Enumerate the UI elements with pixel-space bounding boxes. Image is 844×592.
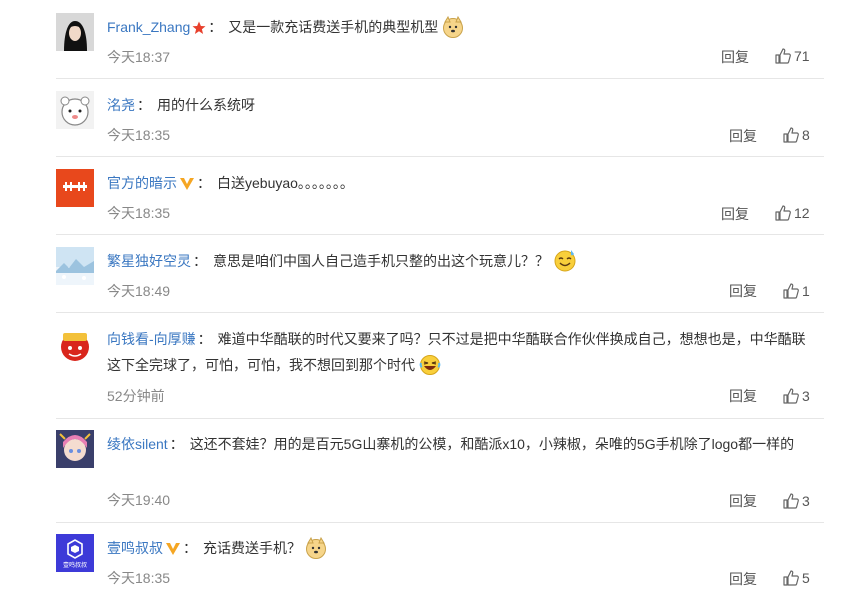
like-count: 1	[802, 283, 810, 299]
comment-feed: Frank_Zhang：又是一款充话费送手机的典型机型 今天18:37 回复 7…	[0, 0, 844, 592]
avatar[interactable]: 壹鸣叔叔	[56, 534, 94, 572]
username[interactable]: 繁星独好空灵	[107, 253, 191, 269]
comment-text: 这还不套娃？用的是百元5G山寨机的公模，和酷派x10，小辣椒，朵唯的5G手机除了…	[189, 436, 795, 452]
like-count: 3	[802, 388, 810, 404]
timestamp: 今天19:40	[107, 492, 171, 508]
divider	[56, 312, 824, 313]
doge-emoji-icon	[305, 536, 327, 567]
username[interactable]: 官方的暗示	[107, 175, 177, 191]
username[interactable]: 向钱看-向厚赚	[107, 331, 196, 347]
comment-text: 意思是咱们中国人自己造手机只整的出这个玩意儿？？	[213, 253, 549, 269]
like-button[interactable]: 5	[783, 570, 810, 586]
avatar[interactable]	[56, 13, 94, 51]
timestamp: 今天18:37	[107, 49, 171, 65]
vip-badge-icon	[165, 538, 181, 564]
like-button[interactable]: 1	[783, 283, 810, 299]
reply-button[interactable]: 回复	[729, 491, 757, 511]
doge-emoji-icon	[442, 15, 464, 46]
laughing-emoji-icon	[419, 354, 441, 384]
sweat-smile-emoji-icon	[553, 248, 577, 280]
vip-badge-icon	[179, 173, 195, 199]
reply-button[interactable]: 回复	[729, 569, 757, 589]
like-count: 3	[802, 493, 810, 509]
comment-text: 白送yebuyao。。。。。。。	[217, 175, 354, 191]
like-count: 5	[802, 570, 810, 586]
avatar[interactable]	[56, 247, 94, 285]
thumbs-up-icon	[775, 205, 794, 221]
reply-button[interactable]: 回复	[729, 281, 757, 301]
like-count: 12	[794, 205, 810, 221]
username[interactable]: 绫依silent	[107, 436, 168, 452]
reply-button[interactable]: 回复	[721, 204, 749, 224]
thumbs-up-icon	[783, 127, 802, 143]
timestamp: 52分钟前	[107, 388, 165, 404]
like-button[interactable]: 71	[775, 48, 810, 64]
comment-text: 用的什么系统呀	[157, 97, 255, 113]
avatar[interactable]	[56, 169, 94, 207]
timestamp: 今天18:49	[107, 283, 171, 299]
thumbs-up-icon	[783, 570, 802, 586]
username[interactable]: 洺尧	[107, 97, 135, 113]
like-button[interactable]: 3	[783, 493, 810, 509]
thumbs-up-icon	[783, 388, 802, 404]
divider	[56, 78, 824, 79]
reply-button[interactable]: 回复	[729, 126, 757, 146]
divider	[56, 234, 824, 235]
timestamp: 今天18:35	[107, 205, 171, 221]
like-button[interactable]: 12	[775, 205, 810, 221]
avatar-text: 壹鸣叔叔	[63, 561, 87, 569]
username[interactable]: Frank_Zhang	[107, 19, 190, 35]
comment-text: 又是一款充话费送手机的典型机型	[228, 19, 439, 35]
username[interactable]: 壹鸣叔叔	[107, 540, 163, 556]
thumbs-up-icon	[783, 283, 802, 299]
like-count: 8	[802, 127, 810, 143]
like-button[interactable]: 8	[783, 127, 810, 143]
avatar[interactable]	[56, 91, 94, 129]
comment-text: 充话费送手机？	[203, 540, 301, 556]
like-button[interactable]: 3	[783, 388, 810, 404]
like-count: 71	[794, 48, 810, 64]
divider	[56, 418, 824, 419]
divider	[56, 156, 824, 157]
reply-button[interactable]: 回复	[729, 386, 757, 406]
reply-button[interactable]: 回复	[721, 47, 749, 67]
avatar[interactable]	[56, 430, 94, 468]
timestamp: 今天18:35	[107, 127, 171, 143]
thumbs-up-icon	[783, 493, 802, 509]
timestamp: 今天18:35	[107, 570, 171, 586]
divider	[56, 522, 824, 523]
star-badge-icon	[192, 17, 206, 43]
avatar[interactable]	[56, 325, 94, 363]
thumbs-up-icon	[775, 48, 794, 64]
